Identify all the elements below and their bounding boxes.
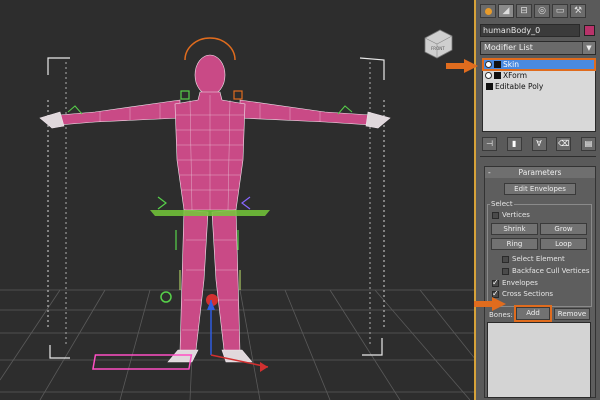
view-cube[interactable]: FRONT xyxy=(424,29,453,59)
add-bone-button[interactable]: Add xyxy=(514,305,552,322)
utilities-tab-icon[interactable]: ⚒ xyxy=(570,4,586,18)
expand-icon[interactable] xyxy=(494,61,501,68)
display-tab-icon[interactable]: ▭ xyxy=(552,4,568,18)
shrink-button[interactable]: Shrink xyxy=(491,223,538,235)
perspective-viewport[interactable]: FRONT xyxy=(0,0,476,400)
human-mesh[interactable] xyxy=(39,54,391,363)
command-tabs: ◢ ⊟ ◎ ▭ ⚒ xyxy=(480,4,596,20)
lightbulb-icon[interactable] xyxy=(485,72,492,79)
expand-icon[interactable] xyxy=(494,72,501,79)
backface-cull-label: Backface Cull Vertices xyxy=(512,267,590,275)
modifier-stack: Skin XForm Editable Poly xyxy=(482,58,596,132)
cross-sections-label: Cross Sections xyxy=(502,290,554,298)
ring-button[interactable]: Ring xyxy=(491,238,538,250)
motion-tab-icon[interactable]: ◎ xyxy=(534,4,550,18)
stack-item-label: Skin xyxy=(503,60,519,69)
select-group-label: Select xyxy=(490,200,514,209)
select-element-checkbox[interactable] xyxy=(502,256,509,263)
show-end-result-icon[interactable]: ▮ xyxy=(506,137,522,151)
lightbulb-icon[interactable] xyxy=(485,61,492,68)
callout-arrow-icon xyxy=(474,297,506,311)
stack-item-xform[interactable]: XForm xyxy=(483,70,595,81)
viewport-scene: FRONT xyxy=(0,29,474,400)
collapse-icon: - xyxy=(488,168,491,177)
expand-icon[interactable] xyxy=(486,83,493,90)
vertices-checkbox[interactable] xyxy=(492,212,499,219)
stack-item-label: XForm xyxy=(503,71,528,80)
edit-envelopes-button[interactable]: Edit Envelopes xyxy=(504,183,576,195)
chevron-down-icon: ▼ xyxy=(582,42,595,54)
envelopes-label: Envelopes xyxy=(502,279,538,287)
remove-bone-button[interactable]: Remove xyxy=(554,308,590,320)
parameters-title: Parameters xyxy=(518,168,562,177)
backface-cull-checkbox[interactable] xyxy=(502,268,509,275)
envelopes-checkbox[interactable] xyxy=(492,278,499,287)
remove-modifier-icon[interactable]: ⌫ xyxy=(556,137,572,151)
stack-item-label: Editable Poly xyxy=(495,82,544,91)
view-cube-label: FRONT xyxy=(431,46,445,51)
vertices-label: Vertices xyxy=(502,211,530,219)
grow-button[interactable]: Grow xyxy=(540,223,587,235)
modifier-list-dropdown[interactable]: Modifier List ▼ xyxy=(480,41,596,55)
create-tab-icon[interactable] xyxy=(480,4,496,18)
stack-toolbar: ⊣ ▮ ∀ ⌫ ▤ xyxy=(482,136,596,152)
object-name-field[interactable]: humanBody_0 xyxy=(480,24,580,37)
modifier-list-label: Modifier List xyxy=(484,43,533,52)
bones-label: Bones: xyxy=(489,311,513,319)
bones-list[interactable] xyxy=(487,322,591,398)
panel-divider xyxy=(480,156,596,157)
stack-item-editable-poly[interactable]: Editable Poly xyxy=(483,81,595,92)
hierarchy-tab-icon[interactable]: ⊟ xyxy=(516,4,532,18)
parameters-rollout-header[interactable]: - Parameters xyxy=(485,167,595,178)
object-name-row: humanBody_0 xyxy=(480,24,596,37)
stack-item-skin[interactable]: Skin xyxy=(482,58,596,71)
make-unique-icon[interactable]: ∀ xyxy=(531,137,547,151)
modify-tab-icon[interactable]: ◢ xyxy=(498,4,514,18)
loop-button[interactable]: Loop xyxy=(540,238,587,250)
configure-sets-icon[interactable]: ▤ xyxy=(581,137,596,151)
object-color-swatch[interactable] xyxy=(584,25,595,36)
select-element-label: Select Element xyxy=(512,255,565,263)
callout-arrow-icon xyxy=(446,59,478,73)
pin-stack-icon[interactable]: ⊣ xyxy=(482,137,497,151)
